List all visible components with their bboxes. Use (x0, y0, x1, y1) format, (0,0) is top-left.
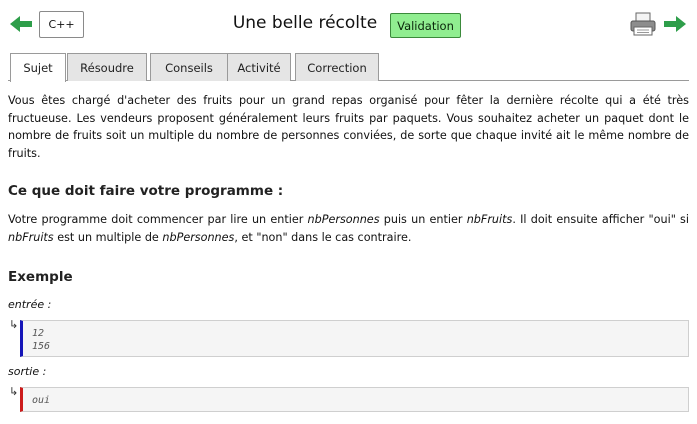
task-text: . Il doit ensuite afficher "oui" si (512, 213, 689, 226)
task-paragraph: Votre programme doit commencer par lire … (8, 211, 689, 246)
validation-button[interactable]: Validation (390, 13, 461, 38)
task-heading: Ce que doit faire votre programme : (8, 183, 284, 199)
top-bar: C++ Une belle récolte Validation (0, 0, 697, 50)
arrow-right-icon[interactable] (664, 16, 686, 32)
output-line: oui (32, 395, 51, 406)
variable-name: nbFruits (466, 213, 513, 226)
page-title: Une belle récolte (232, 13, 378, 33)
input-label: entrée : (8, 298, 52, 311)
tab-activite[interactable]: Activité (227, 53, 291, 81)
printer-icon[interactable] (630, 12, 656, 36)
language-button[interactable]: C++ (39, 11, 84, 38)
input-line: 156 (32, 341, 51, 352)
input-box: 12 156 (20, 320, 689, 357)
output-label: sortie : (8, 365, 47, 378)
tab-bar: Sujet Résoudre Conseils Activité Correct… (8, 52, 689, 82)
intro-paragraph: Vous êtes chargé d'acheter des fruits po… (8, 94, 689, 160)
variable-name: nbPersonnes (162, 230, 235, 244)
task-text: puis un entier (379, 213, 467, 226)
tab-sujet[interactable]: Sujet (10, 53, 66, 82)
tab-correction[interactable]: Correction (295, 53, 379, 81)
tab-resoudre[interactable]: Résoudre (67, 53, 147, 81)
tab-conseils[interactable]: Conseils (150, 53, 228, 81)
example-input: ↳ 12 156 (0, 316, 697, 358)
return-arrow-icon: ↳ (9, 318, 19, 331)
variable-name: nbPersonnes (307, 213, 380, 226)
return-arrow-icon: ↳ (9, 385, 19, 398)
arrow-left-icon[interactable] (10, 16, 32, 32)
example-heading: Exemple (8, 269, 73, 285)
task-text: est un multiple de (53, 230, 163, 244)
variable-name: nbFruits (8, 230, 54, 244)
output-box: oui (20, 387, 689, 412)
task-text: , et "non" dans le cas contraire. (234, 230, 412, 244)
statement-content: Vous êtes chargé d'acheter des fruits po… (8, 92, 689, 162)
example-output: ↳ oui (0, 383, 697, 413)
input-line: 12 (32, 328, 45, 339)
task-text: Votre programme doit commencer par lire … (8, 213, 308, 226)
